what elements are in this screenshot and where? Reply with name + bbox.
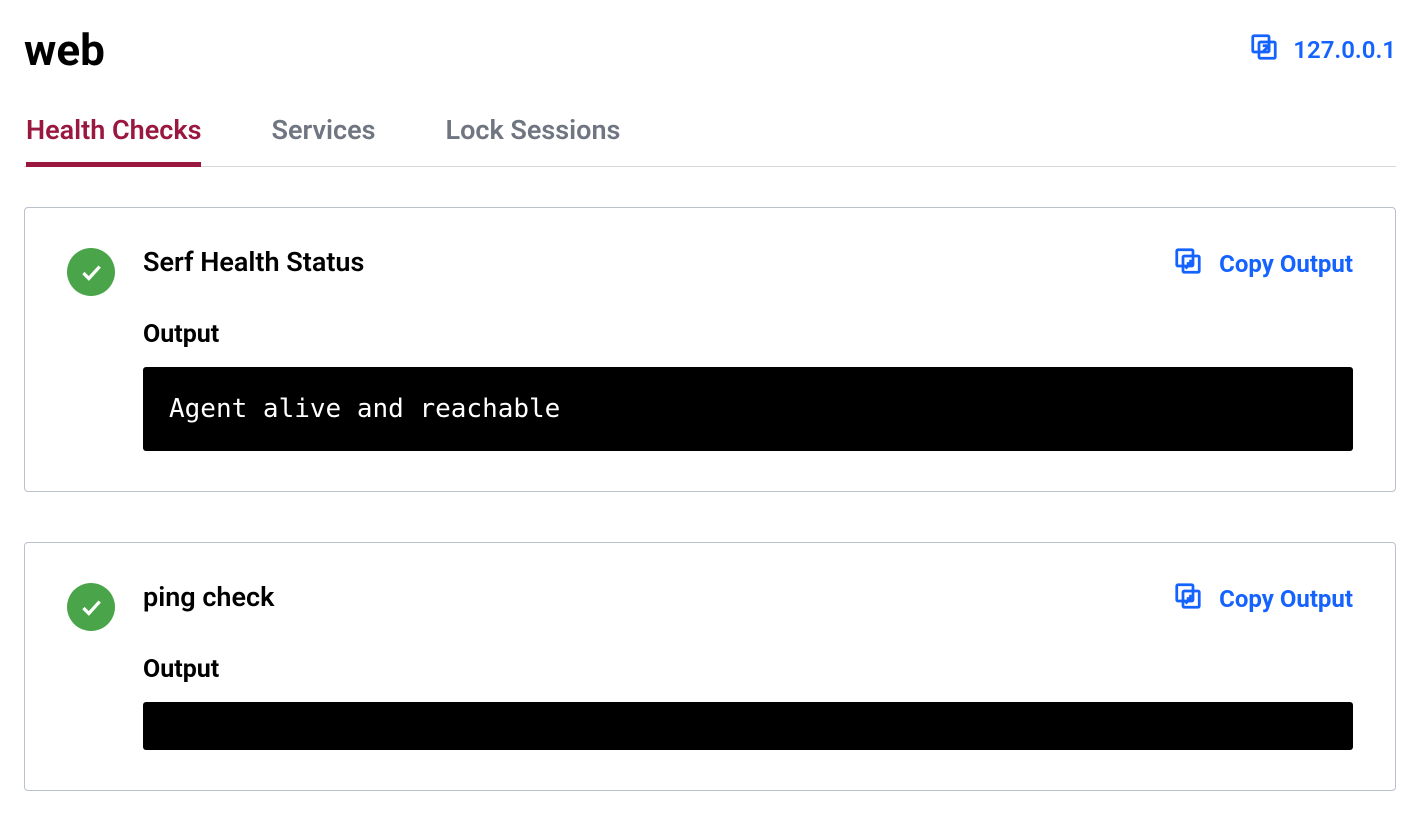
output-content: Agent alive and reachable xyxy=(143,367,1353,451)
copy-output-button[interactable]: Copy Output xyxy=(1173,246,1353,282)
output-content xyxy=(143,702,1353,750)
status-passing-icon xyxy=(67,248,115,296)
health-check-card: ping check Copy Output Output xyxy=(24,542,1396,791)
output-section: Output Agent alive and reachable xyxy=(143,320,1353,451)
copy-icon xyxy=(1173,246,1203,282)
check-name: Serf Health Status xyxy=(143,246,364,278)
ip-text: 127.0.0.1 xyxy=(1293,36,1396,64)
card-header: ping check Copy Output xyxy=(67,581,1353,631)
check-name: ping check xyxy=(143,581,274,613)
health-check-card: Serf Health Status Copy Output Output Ag… xyxy=(24,207,1396,492)
page-header: web 127.0.0.1 xyxy=(24,24,1396,76)
card-header: Serf Health Status Copy Output xyxy=(67,246,1353,296)
ip-link[interactable]: 127.0.0.1 xyxy=(1249,32,1396,68)
tab-lock-sessions[interactable]: Lock Sessions xyxy=(445,104,620,166)
copy-output-button[interactable]: Copy Output xyxy=(1173,581,1353,617)
external-link-icon xyxy=(1249,32,1279,68)
health-check-list: Serf Health Status Copy Output Output Ag… xyxy=(24,207,1396,791)
output-label: Output xyxy=(143,320,1353,349)
output-section: Output xyxy=(143,655,1353,750)
status-passing-icon xyxy=(67,583,115,631)
copy-icon xyxy=(1173,581,1203,617)
tab-health-checks[interactable]: Health Checks xyxy=(26,104,201,166)
tabs: Health Checks Services Lock Sessions xyxy=(24,104,1396,167)
card-header-left: ping check xyxy=(67,581,274,631)
tab-services[interactable]: Services xyxy=(271,104,375,166)
copy-output-label: Copy Output xyxy=(1219,585,1353,613)
page-title: web xyxy=(24,24,105,76)
card-header-left: Serf Health Status xyxy=(67,246,364,296)
copy-output-label: Copy Output xyxy=(1219,250,1353,278)
output-label: Output xyxy=(143,655,1353,684)
